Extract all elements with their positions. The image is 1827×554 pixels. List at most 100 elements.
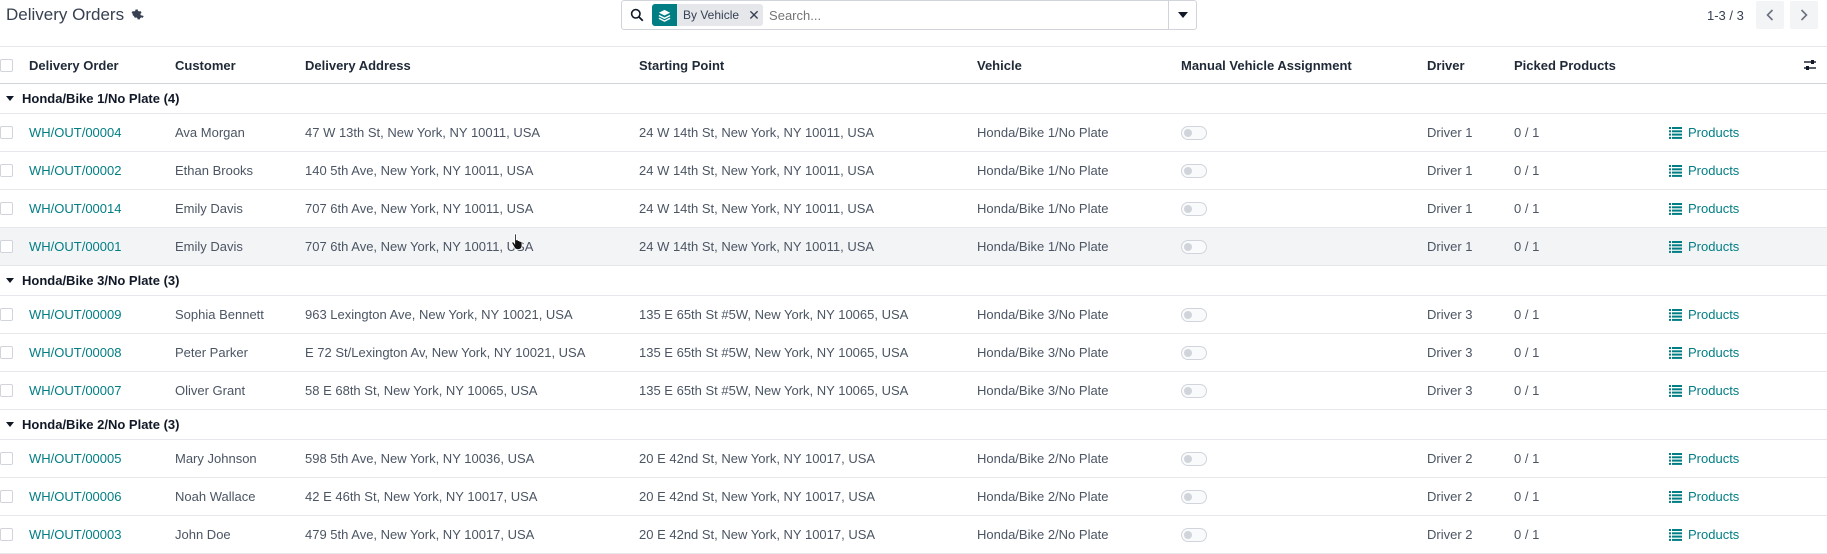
delivery-order-link[interactable]: WH/OUT/00003 — [29, 516, 121, 553]
manual-vehicle-assignment-toggle[interactable] — [1181, 478, 1207, 515]
delivery-order-link[interactable]: WH/OUT/00001 — [29, 228, 121, 265]
customer-cell: Mary Johnson — [175, 451, 257, 466]
manual-vehicle-assignment-toggle[interactable] — [1181, 440, 1207, 477]
manual-vehicle-assignment-toggle[interactable] — [1181, 372, 1207, 409]
products-button[interactable]: Products — [1669, 228, 1739, 265]
table-row[interactable]: WH/OUT/00009 Sophia Bennett 963 Lexington … — [0, 296, 1827, 334]
optional-columns-icon[interactable] — [1803, 47, 1817, 83]
table-row[interactable]: WH/OUT/00002 Ethan Brooks 140 5th Ave, New… — [0, 152, 1827, 190]
delivery-order-link[interactable]: WH/OUT/00006 — [29, 478, 121, 515]
column-header-vehicle[interactable]: Vehicle — [977, 47, 1022, 83]
page-title: Delivery Orders — [6, 5, 125, 24]
pager-counter[interactable]: 1-3 / 3 — [1707, 8, 1744, 23]
search-icon[interactable] — [622, 1, 652, 29]
products-button-label: Products — [1688, 163, 1740, 178]
products-button[interactable]: Products — [1669, 114, 1739, 151]
select-all-checkbox[interactable] — [0, 47, 14, 83]
delivery-order-link[interactable]: WH/OUT/00005 — [29, 440, 121, 477]
group-row[interactable]: Honda/Bike 3/No Plate (3) — [0, 266, 1827, 296]
table-row[interactable]: WH/OUT/00008 Peter Parker E 72 St/Lexingto… — [0, 334, 1827, 372]
table-row[interactable]: WH/OUT/00007 Oliver Grant 58 E 68th St, Ne… — [0, 372, 1827, 410]
group-label: Honda/Bike 1/No Plate (4) — [22, 91, 180, 106]
row-checkbox[interactable] — [0, 516, 14, 553]
table-row[interactable]: WH/OUT/00014 Emily Davis 707 6th Ave, New … — [0, 190, 1827, 228]
row-checkbox[interactable] — [0, 152, 14, 189]
vehicle-cell: Honda/Bike 1/No Plate — [977, 201, 1109, 216]
column-header-starting-point[interactable]: Starting Point — [639, 47, 724, 83]
products-button[interactable]: Products — [1669, 478, 1739, 515]
row-checkbox[interactable] — [0, 440, 14, 477]
table-row[interactable]: WH/OUT/00004 Ava Morgan 47 W 13th St, New … — [0, 114, 1827, 152]
customer-cell: Emily Davis — [175, 239, 243, 254]
table-row[interactable]: WH/OUT/00001 Emily Davis 707 6th Ave, New … — [0, 228, 1827, 266]
column-header-delivery-order[interactable]: Delivery Order — [29, 47, 119, 83]
products-button[interactable]: Products — [1669, 372, 1739, 409]
products-button[interactable]: Products — [1669, 516, 1739, 553]
delivery-order-link[interactable]: WH/OUT/00007 — [29, 372, 121, 409]
driver-cell: Driver 3 — [1427, 307, 1473, 322]
delivery-address-cell: 42 E 46th St, New York, NY 10017, USA — [305, 489, 538, 504]
products-button-label: Products — [1688, 451, 1740, 466]
row-checkbox[interactable] — [0, 228, 14, 265]
column-header-driver[interactable]: Driver — [1427, 47, 1465, 83]
manual-vehicle-assignment-toggle[interactable] — [1181, 190, 1207, 227]
products-button[interactable]: Products — [1669, 334, 1739, 371]
gear-icon[interactable] — [130, 8, 144, 22]
products-button[interactable]: Products — [1669, 190, 1739, 227]
table-row[interactable]: WH/OUT/00005 Mary Johnson 598 5th Ave, New… — [0, 440, 1827, 478]
manual-vehicle-assignment-toggle[interactable] — [1181, 296, 1207, 333]
products-button[interactable]: Products — [1669, 440, 1739, 477]
starting-point-cell: 24 W 14th St, New York, NY 10011, USA — [639, 125, 875, 140]
manual-vehicle-assignment-toggle[interactable] — [1181, 152, 1207, 189]
delivery-order-link[interactable]: WH/OUT/00008 — [29, 334, 121, 371]
products-button[interactable]: Products — [1669, 296, 1739, 333]
column-header-customer[interactable]: Customer — [175, 47, 236, 83]
driver-cell: Driver 2 — [1427, 527, 1473, 542]
layers-icon — [652, 4, 677, 26]
delivery-order-link[interactable]: WH/OUT/00014 — [29, 190, 121, 227]
list-icon — [1669, 308, 1682, 321]
starting-point-cell: 20 E 42nd St, New York, NY 10017, USA — [639, 527, 876, 542]
delivery-order-link[interactable]: WH/OUT/00004 — [29, 114, 121, 151]
delivery-order-link[interactable]: WH/OUT/00002 — [29, 152, 121, 189]
row-checkbox[interactable] — [0, 296, 14, 333]
chevron-left-icon — [1766, 9, 1773, 21]
products-button[interactable]: Products — [1669, 152, 1739, 189]
column-header-picked-products[interactable]: Picked Products — [1514, 47, 1616, 83]
products-button-label: Products — [1688, 489, 1740, 504]
vehicle-cell: Honda/Bike 2/No Plate — [977, 527, 1109, 542]
row-checkbox[interactable] — [0, 478, 14, 515]
list-icon — [1669, 126, 1682, 139]
search-panel-toggle[interactable] — [1168, 1, 1196, 29]
remove-facet-button[interactable]: ✕ — [745, 4, 763, 26]
starting-point-cell: 20 E 42nd St, New York, NY 10017, USA — [639, 451, 876, 466]
group-row[interactable]: Honda/Bike 1/No Plate (4) — [0, 84, 1827, 114]
table-row[interactable]: WH/OUT/00006 Noah Wallace 42 E 46th St, Ne… — [0, 478, 1827, 516]
column-header-manual-vehicle-assignment[interactable]: Manual Vehicle Assignment — [1181, 47, 1352, 83]
manual-vehicle-assignment-toggle[interactable] — [1181, 114, 1207, 151]
row-checkbox[interactable] — [0, 190, 14, 227]
row-checkbox[interactable] — [0, 114, 14, 151]
vehicle-cell: Honda/Bike 3/No Plate — [977, 345, 1109, 360]
caret-down-icon — [6, 84, 14, 113]
row-checkbox[interactable] — [0, 334, 14, 371]
delivery-address-cell: 47 W 13th St, New York, NY 10011, USA — [305, 125, 541, 140]
starting-point-cell: 135 E 65th St #5W, New York, NY 10065, U… — [639, 345, 909, 360]
manual-vehicle-assignment-toggle[interactable] — [1181, 334, 1207, 371]
delivery-order-link[interactable]: WH/OUT/00009 — [29, 296, 121, 333]
table-row[interactable]: WH/OUT/00003 John Doe 479 5th Ave, New Yor… — [0, 516, 1827, 554]
products-button-label: Products — [1688, 201, 1740, 216]
row-checkbox[interactable] — [0, 372, 14, 409]
column-header-delivery-address[interactable]: Delivery Address — [305, 47, 411, 83]
pager-next-button[interactable] — [1789, 1, 1818, 29]
group-row[interactable]: Honda/Bike 2/No Plate (3) — [0, 410, 1827, 440]
search-bar: By Vehicle ✕ — [621, 0, 1197, 30]
manual-vehicle-assignment-toggle[interactable] — [1181, 516, 1207, 553]
mouse-cursor-icon — [511, 233, 523, 250]
pager-previous-button[interactable] — [1755, 1, 1784, 29]
list-icon — [1669, 384, 1682, 397]
search-input[interactable] — [767, 2, 1168, 28]
products-button-label: Products — [1688, 527, 1740, 542]
facet-label: By Vehicle — [683, 8, 740, 22]
manual-vehicle-assignment-toggle[interactable] — [1181, 228, 1207, 265]
